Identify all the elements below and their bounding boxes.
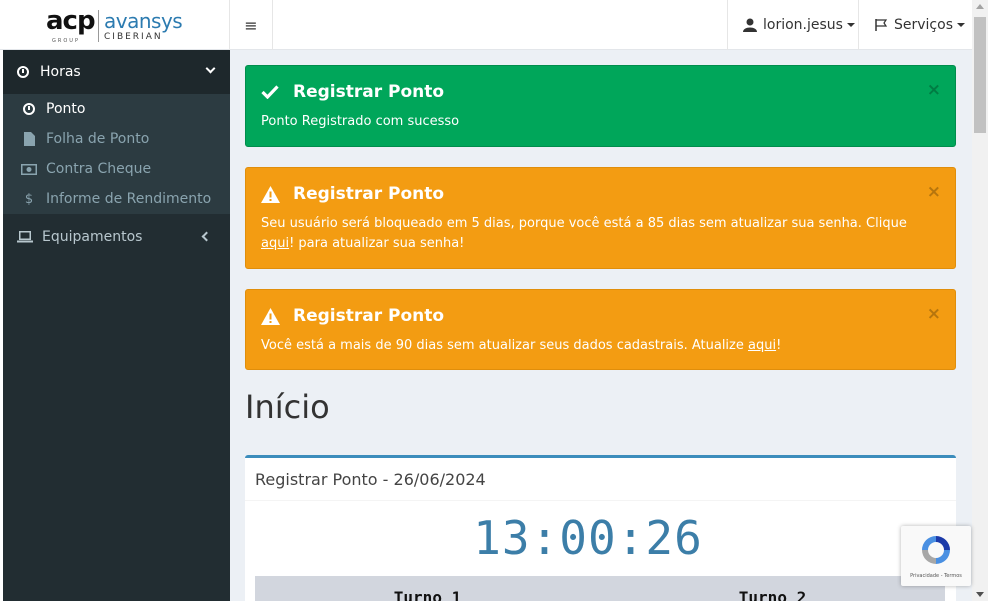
sidebar-menu-horas-label: Horas: [40, 64, 81, 80]
sidebar-submenu-horas: Ponto Folha de Ponto Contra Cheque $ Inf…: [3, 94, 230, 214]
alert-message: Ponto Registrado com sucesso: [261, 114, 460, 129]
warning-icon: [261, 185, 293, 203]
turno-1-label: Turno 1: [393, 588, 462, 601]
alert-message: Você está a mais de 90 dias sem atualiza…: [261, 338, 782, 353]
sidebar-item-label: Contra Cheque: [46, 161, 152, 177]
alert-warning-password: Registrar Ponto Seu usuário será bloquea…: [245, 167, 956, 269]
alert-message: Seu usuário será bloqueado em 5 dias, po…: [261, 216, 907, 251]
close-alert-button[interactable]: ×: [927, 80, 941, 100]
page-scrollbar[interactable]: [972, 0, 988, 601]
warning-icon: [261, 307, 293, 325]
caret-down-icon: [846, 23, 855, 27]
close-alert-button[interactable]: ×: [927, 182, 941, 202]
scroll-up-arrow-icon[interactable]: [976, 4, 984, 9]
dollar-icon: $: [24, 191, 34, 207]
brand-logo[interactable]: acp GROUP avansys CIBERIAN: [0, 0, 230, 50]
scroll-down-arrow-icon[interactable]: [976, 592, 984, 597]
sidebar-item-ponto[interactable]: Ponto: [3, 94, 230, 124]
sidebar: Horas Ponto Folha de Ponto Contra Cheque…: [0, 50, 230, 601]
close-alert-button[interactable]: ×: [927, 304, 941, 324]
top-navbar: acp GROUP avansys CIBERIAN ≡ lorion.jesu…: [0, 0, 972, 50]
flag-icon: [875, 19, 888, 31]
check-icon: [261, 85, 293, 99]
sidebar-item-folha-de-ponto[interactable]: Folha de Ponto: [3, 124, 230, 154]
box-title: Registrar Ponto - 26/06/2024: [245, 458, 956, 501]
sidebar-item-contra-cheque[interactable]: Contra Cheque: [3, 154, 230, 184]
file-icon: [20, 132, 38, 146]
avansys-logo-text: avansys: [104, 9, 183, 33]
sidebar-item-label: Folha de Ponto: [46, 131, 150, 147]
scrollbar-thumb[interactable]: [974, 17, 986, 133]
logo-divider: [98, 10, 99, 42]
recaptcha-icon: [922, 536, 950, 564]
sidebar-toggle-button[interactable]: ≡: [230, 0, 273, 50]
recaptcha-links[interactable]: Privacidade - Termos: [901, 573, 971, 579]
chevron-down-icon: [205, 63, 216, 74]
chevron-left-icon: [201, 231, 212, 242]
sidebar-menu-equipamentos[interactable]: Equipamentos: [3, 222, 230, 252]
clock-icon: [23, 103, 35, 115]
recaptcha-badge[interactable]: Privacidade - Termos: [901, 526, 971, 586]
hamburger-icon: ≡: [244, 15, 258, 35]
sidebar-menu-horas[interactable]: Horas: [3, 50, 230, 94]
sidebar-menu-equipamentos-label: Equipamentos: [42, 229, 143, 245]
money-icon: [20, 163, 38, 175]
services-label: Serviços: [894, 17, 953, 33]
services-menu-dropdown[interactable]: Serviços: [858, 0, 972, 50]
ciberian-logo-text: CIBERIAN: [104, 32, 163, 42]
user-menu-dropdown[interactable]: lorion.jesus: [727, 0, 858, 50]
update-profile-link[interactable]: aqui: [748, 338, 776, 353]
acp-logo-subtext: GROUP: [52, 38, 80, 44]
current-time-clock: 13:00:26: [473, 511, 703, 565]
alert-warning-profile: Registrar Ponto Você está a mais de 90 d…: [245, 289, 956, 370]
sidebar-item-label: Informe de Rendimento: [46, 191, 212, 207]
clock-icon: [17, 66, 29, 78]
alert-title: Registrar Ponto: [293, 306, 445, 326]
sidebar-item-label: Ponto: [46, 101, 86, 117]
user-icon: [743, 18, 757, 32]
acp-logo-text: acp: [46, 6, 96, 36]
turnos-header: Turno 1 Turno 2: [255, 576, 945, 601]
register-ponto-box: Registrar Ponto - 26/06/2024 13:00:26 Tu…: [245, 455, 956, 601]
alert-title: Registrar Ponto: [293, 82, 445, 102]
update-password-link[interactable]: aqui: [261, 236, 289, 251]
turno-2-label: Turno 2: [738, 588, 807, 601]
sidebar-item-informe-de-rendimento[interactable]: $ Informe de Rendimento: [3, 184, 230, 214]
laptop-icon: [17, 231, 33, 243]
user-name: lorion.jesus: [763, 17, 843, 33]
caret-down-icon: [957, 23, 965, 27]
alert-success: Registrar Ponto Ponto Registrado com suc…: [245, 65, 956, 147]
page-title: Início: [245, 388, 330, 426]
alert-title: Registrar Ponto: [293, 184, 445, 204]
